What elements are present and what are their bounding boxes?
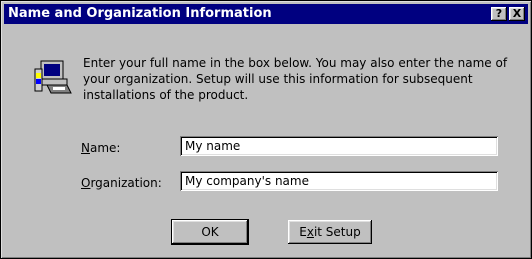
ok-button[interactable]: OK xyxy=(171,219,249,245)
organization-field[interactable] xyxy=(180,171,498,191)
organization-label: Organization: xyxy=(81,176,162,190)
help-button[interactable]: ? xyxy=(491,7,507,21)
instruction-text: Enter your full name in the box below. Y… xyxy=(83,56,508,102)
close-button[interactable]: X xyxy=(509,7,525,21)
dialog-title: Name and Organization Information xyxy=(8,6,272,21)
title-bar[interactable]: Name and Organization Information ? X xyxy=(4,4,528,24)
name-input[interactable] xyxy=(185,138,485,154)
exit-setup-button[interactable]: Exit Setup xyxy=(288,220,372,244)
name-label: Name: xyxy=(81,141,121,155)
computer-setup-icon xyxy=(34,60,72,94)
setup-dialog: Name and Organization Information ? X En… xyxy=(0,0,532,259)
organization-input[interactable] xyxy=(185,173,485,189)
name-field[interactable] xyxy=(180,136,498,156)
